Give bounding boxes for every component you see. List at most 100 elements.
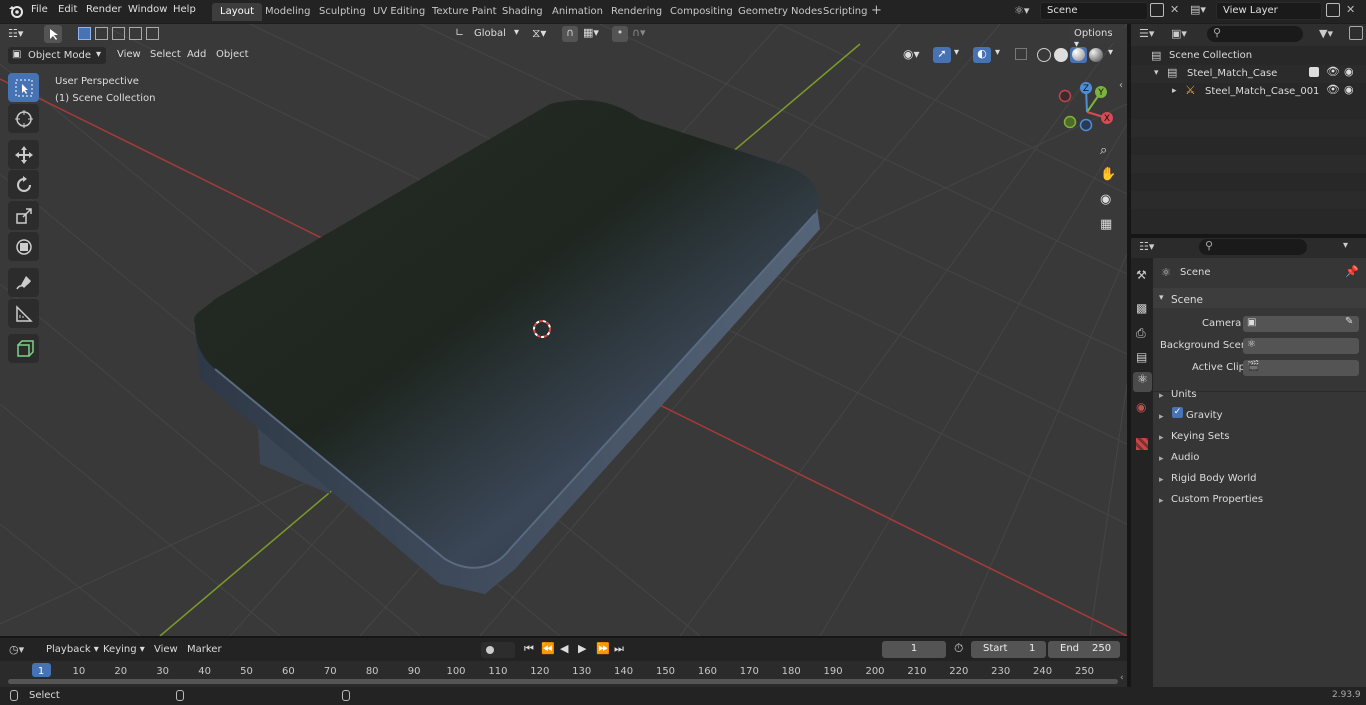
tool-cursor[interactable]: [8, 104, 39, 133]
world-tab-icon[interactable]: ◉: [1136, 400, 1146, 414]
transform-orientation-dropdown[interactable]: Global: [474, 28, 506, 39]
view-layer-tab-icon[interactable]: ▤: [1136, 350, 1147, 364]
view-layer-browse-icon[interactable]: ▤▾: [1190, 3, 1206, 16]
tool-scale[interactable]: [8, 201, 39, 230]
delete-scene-icon[interactable]: ✕: [1170, 3, 1179, 16]
camera-render-icon[interactable]: ◉: [1344, 83, 1354, 96]
xray-toggle-icon[interactable]: [1015, 48, 1027, 60]
stopwatch-icon[interactable]: ⏱: [954, 641, 963, 656]
sidebar-toggle-icon[interactable]: ‹: [1120, 673, 1124, 683]
outliner-scene-collection[interactable]: Scene Collection: [1169, 50, 1252, 61]
rigid-body-world-panel-header[interactable]: Rigid Body World: [1171, 473, 1256, 484]
collapse-arrow-icon[interactable]: ▾: [1154, 68, 1159, 78]
auto-keying-toggle[interactable]: [481, 642, 515, 658]
snap-magnet-icon[interactable]: ∩: [562, 26, 578, 42]
viewport-menu-object[interactable]: Object: [216, 49, 249, 60]
tab-layout[interactable]: Layout: [212, 3, 262, 21]
outliner-item-object[interactable]: Steel_Match_Case_001: [1205, 86, 1319, 97]
background-scene-field[interactable]: ⚛: [1243, 338, 1359, 354]
select-mode-intersect-icon[interactable]: [146, 27, 159, 40]
tool-move[interactable]: [8, 140, 39, 169]
gravity-checkbox[interactable]: ✓: [1172, 407, 1183, 418]
select-mode-subtract-icon[interactable]: [112, 27, 125, 40]
menu-window[interactable]: Window: [128, 4, 167, 15]
overlay-toggle-icon[interactable]: ◐: [973, 47, 991, 63]
keying-sets-panel-header[interactable]: Keying Sets: [1171, 431, 1229, 442]
end-frame-field[interactable]: End 250: [1048, 641, 1120, 658]
new-scene-icon[interactable]: [1150, 3, 1164, 17]
viewport-menu-select[interactable]: Select: [150, 49, 181, 60]
viewport-menu-view[interactable]: View: [117, 49, 141, 60]
eye-icon[interactable]: 👁: [1326, 83, 1340, 96]
audio-panel-header[interactable]: Audio: [1171, 452, 1199, 463]
tab-texture-paint[interactable]: Texture Paint: [424, 3, 505, 21]
scene-name-field[interactable]: Scene: [1040, 2, 1148, 20]
pivot-point-icon[interactable]: ⧖▾: [532, 26, 546, 41]
solid-shading-icon[interactable]: [1054, 48, 1068, 62]
start-frame-field[interactable]: Start 1: [971, 641, 1046, 658]
tab-shading[interactable]: Shading: [494, 3, 551, 21]
menu-render[interactable]: Render: [86, 4, 122, 15]
snap-target-icon[interactable]: ▦▾: [583, 26, 599, 39]
object-mode-dropdown[interactable]: ▣ Object Mode ▾: [8, 47, 106, 64]
tool-measure[interactable]: [8, 299, 39, 328]
visibility-eye-icon[interactable]: ◉▾: [903, 47, 920, 61]
pan-hand-icon[interactable]: ✋: [1100, 167, 1116, 182]
chevron-down-icon[interactable]: ▾: [1108, 47, 1113, 58]
output-tab-icon[interactable]: ⎙: [1136, 326, 1146, 341]
jump-end-icon[interactable]: ⏭: [614, 642, 624, 656]
select-mode-extend-icon[interactable]: [95, 27, 108, 40]
prev-keyframe-icon[interactable]: ⏪: [541, 642, 555, 655]
outliner-editor-icon[interactable]: ☰▾: [1139, 27, 1154, 40]
eye-icon[interactable]: 👁: [1326, 65, 1340, 78]
include-checkbox[interactable]: [1309, 67, 1319, 77]
units-panel-header[interactable]: Units: [1171, 389, 1197, 400]
select-mode-invert-icon[interactable]: [129, 27, 142, 40]
perspective-toggle-icon[interactable]: ▦: [1100, 217, 1112, 232]
properties-editor-icon[interactable]: ☷▾: [1139, 240, 1154, 253]
view-layer-field[interactable]: View Layer: [1216, 2, 1322, 20]
gizmo-neg-z-icon[interactable]: [1079, 118, 1093, 132]
editor-type-icon[interactable]: ☷▾: [8, 27, 23, 40]
blender-logo-icon[interactable]: [8, 4, 24, 19]
tab-rendering[interactable]: Rendering: [603, 3, 670, 21]
wireframe-shading-icon[interactable]: [1037, 48, 1051, 62]
chevron-down-icon[interactable]: ▾: [995, 47, 1000, 58]
current-frame-field[interactable]: 1: [882, 641, 946, 658]
menu-file[interactable]: File: [31, 4, 48, 15]
tab-animation[interactable]: Animation: [544, 3, 611, 21]
timeline-scrollbar[interactable]: [8, 679, 1118, 684]
material-preview-shading-icon[interactable]: [1070, 47, 1087, 63]
viewport-menu-add[interactable]: Add: [187, 49, 206, 60]
falloff-curve-icon[interactable]: ∩▾: [632, 26, 646, 39]
tool-annotate[interactable]: [8, 268, 39, 297]
tool-transform[interactable]: [8, 232, 39, 261]
texture-tab-icon[interactable]: [1136, 438, 1148, 450]
pin-icon[interactable]: 📌: [1345, 265, 1359, 278]
timeline-menu-marker[interactable]: Marker: [187, 644, 222, 655]
camera-render-icon[interactable]: ◉: [1344, 65, 1354, 78]
play-icon[interactable]: ▶: [578, 642, 586, 655]
render-tab-icon[interactable]: ▩: [1136, 301, 1147, 315]
timeline-editor-icon[interactable]: ◷▾: [9, 643, 24, 656]
timeline-menu-view[interactable]: View: [154, 644, 178, 655]
tool-select-box[interactable]: [8, 73, 39, 102]
menu-edit[interactable]: Edit: [58, 4, 77, 15]
gravity-panel-header[interactable]: Gravity: [1186, 410, 1223, 421]
camera-view-icon[interactable]: ◉: [1100, 192, 1111, 207]
chevron-down-icon[interactable]: ▾: [1343, 240, 1348, 251]
transform-orientation-icon[interactable]: ∟: [455, 26, 464, 39]
3d-viewport[interactable]: [0, 24, 1127, 636]
chevron-down-icon[interactable]: ▾: [954, 47, 959, 58]
timeline-menu-keying[interactable]: Keying ▾: [103, 644, 145, 655]
eyedropper-icon[interactable]: ✎: [1345, 316, 1353, 327]
properties-search-input[interactable]: ⚲: [1199, 239, 1307, 255]
gizmo-toggle-icon[interactable]: ➚: [933, 47, 951, 63]
gizmo-neg-y-icon[interactable]: [1063, 115, 1077, 129]
active-clip-field[interactable]: 🎬: [1243, 360, 1359, 376]
sidebar-toggle-icon[interactable]: ‹: [1119, 80, 1123, 91]
navigation-gizmo[interactable]: Z Y X: [1055, 80, 1120, 132]
new-view-layer-icon[interactable]: [1326, 3, 1340, 17]
rendered-shading-icon[interactable]: [1089, 48, 1103, 62]
outliner-search-input[interactable]: ⚲: [1207, 26, 1303, 42]
